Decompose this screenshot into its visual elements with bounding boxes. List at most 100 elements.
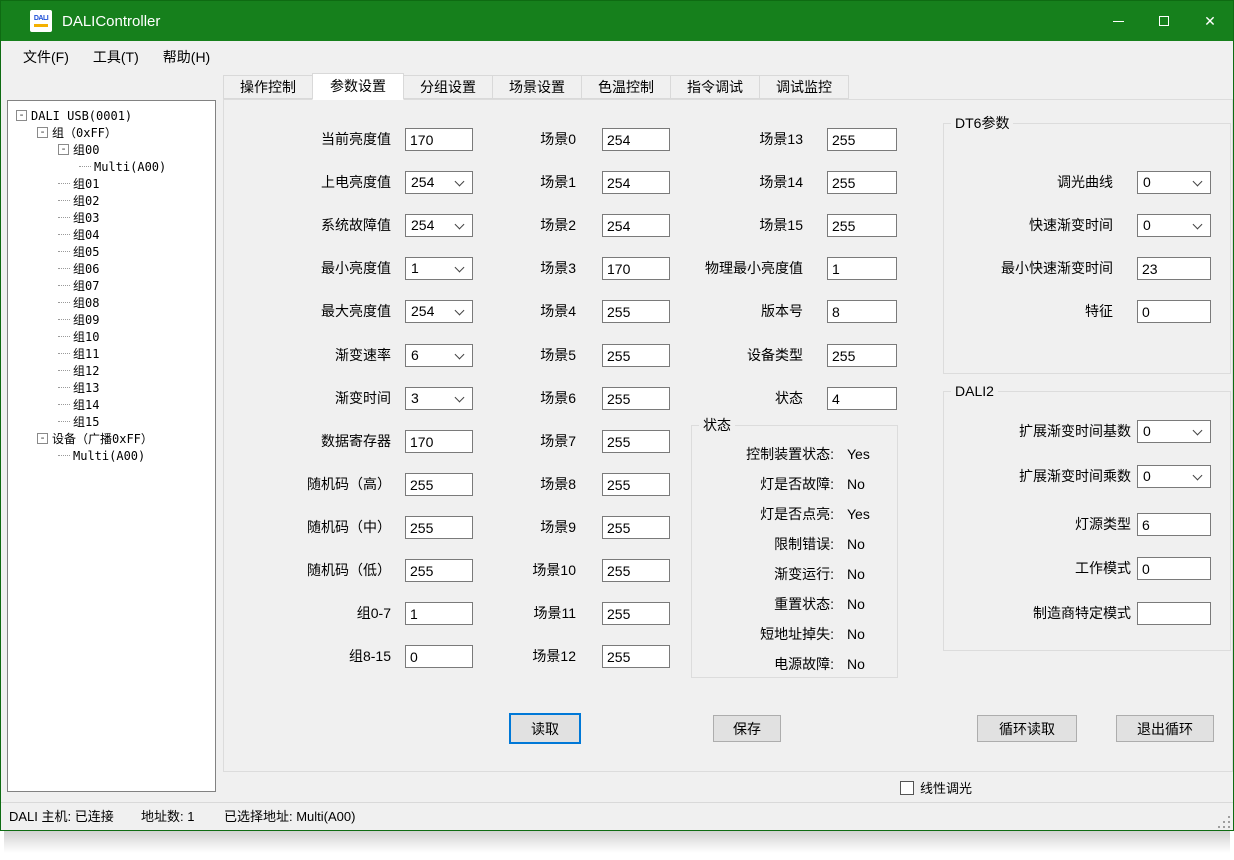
col3-field-0[interactable] [827, 128, 897, 151]
close-button[interactable]: ✕ [1187, 1, 1233, 41]
collapse-icon[interactable]: - [58, 144, 69, 155]
tab-strip: 操作控制参数设置分组设置场景设置色温控制指令调试调试监控 [223, 72, 848, 99]
tab-5[interactable]: 指令调试 [670, 75, 760, 99]
collapse-icon[interactable]: - [37, 127, 48, 138]
tab-6[interactable]: 调试监控 [759, 75, 849, 99]
tab-4[interactable]: 色温控制 [581, 75, 671, 99]
tree-node[interactable]: 组05 [8, 243, 215, 260]
resize-grip-icon[interactable] [1218, 816, 1231, 829]
col2-field-6[interactable] [602, 387, 670, 410]
tab-3[interactable]: 场景设置 [492, 75, 582, 99]
dali2-field-3[interactable] [1137, 557, 1211, 580]
col2-field-11[interactable] [602, 602, 670, 625]
col2-field-12[interactable] [602, 645, 670, 668]
tree-node[interactable]: Multi(A00) [8, 447, 215, 464]
tab-0[interactable]: 操作控制 [223, 75, 313, 99]
col1-label-0: 当前亮度值 [239, 128, 391, 151]
col1-field-1[interactable]: 254 [405, 171, 473, 194]
col2-field-2[interactable] [602, 214, 670, 237]
tree-connector [58, 285, 70, 286]
col2-field-0[interactable] [602, 128, 670, 151]
dali2-field-4[interactable] [1137, 602, 1211, 625]
col3-field-1[interactable] [827, 171, 897, 194]
col2-field-7[interactable] [602, 430, 670, 453]
col2-field-5[interactable] [602, 344, 670, 367]
col3-field-5[interactable] [827, 344, 897, 367]
tree-node[interactable]: Multi(A00) [8, 158, 215, 175]
dali2-field-2[interactable] [1137, 513, 1211, 536]
col1-field-0[interactable] [405, 128, 473, 151]
collapse-icon[interactable]: - [16, 110, 27, 121]
tree-node-label: 组05 [73, 243, 99, 260]
exit-loop-button[interactable]: 退出循环 [1116, 715, 1214, 742]
menu-item-1[interactable]: 工具(T) [81, 43, 151, 71]
tree-node[interactable]: 组12 [8, 362, 215, 379]
col1-field-2[interactable]: 254 [405, 214, 473, 237]
maximize-button[interactable] [1141, 1, 1187, 41]
tree-node[interactable]: 组08 [8, 294, 215, 311]
tree-node[interactable]: 组02 [8, 192, 215, 209]
tree-node[interactable]: 组07 [8, 277, 215, 294]
dt6-groupbox: DT6参数 [943, 123, 1231, 374]
tree-node[interactable]: -组00 [8, 141, 215, 158]
dt6-field-0[interactable]: 0 [1137, 171, 1211, 194]
dt6-field-1[interactable]: 0 [1137, 214, 1211, 237]
checkbox-icon[interactable] [900, 781, 914, 795]
tree-node[interactable]: 组11 [8, 345, 215, 362]
tree-node[interactable]: 组04 [8, 226, 215, 243]
col3-field-4[interactable] [827, 300, 897, 323]
col2-label-11: 场景11 [469, 602, 576, 625]
read-button[interactable]: 读取 [509, 713, 581, 744]
col1-field-6[interactable]: 3 [405, 387, 473, 410]
col1-field-12[interactable] [405, 645, 473, 668]
col2-field-4[interactable] [602, 300, 670, 323]
tree-node[interactable]: 组10 [8, 328, 215, 345]
save-button[interactable]: 保存 [713, 715, 781, 742]
loop-read-button[interactable]: 循环读取 [977, 715, 1077, 742]
dali2-field-1[interactable]: 0 [1137, 465, 1211, 488]
tab-2[interactable]: 分组设置 [403, 75, 493, 99]
tree-node[interactable]: 组03 [8, 209, 215, 226]
tree-node[interactable]: 组09 [8, 311, 215, 328]
tree-node[interactable]: 组01 [8, 175, 215, 192]
col1-field-5[interactable]: 6 [405, 344, 473, 367]
minimize-button[interactable] [1095, 1, 1141, 41]
col1-field-4[interactable]: 254 [405, 300, 473, 323]
tree-node[interactable]: -设备（广播0xFF） [8, 430, 215, 447]
tree-node[interactable]: -DALI USB(0001) [8, 107, 215, 124]
menu-item-2[interactable]: 帮助(H) [151, 43, 222, 71]
col3-field-3[interactable] [827, 257, 897, 280]
dt6-field-2[interactable] [1137, 257, 1211, 280]
col3-label-6: 状态 [677, 387, 803, 410]
menu-item-0[interactable]: 文件(F) [11, 43, 81, 71]
tree-node[interactable]: -组（0xFF） [8, 124, 215, 141]
col1-field-9[interactable] [405, 516, 473, 539]
tree-node[interactable]: 组15 [8, 413, 215, 430]
tree-node[interactable]: 组06 [8, 260, 215, 277]
combo-value: 254 [411, 172, 434, 193]
col1-field-8[interactable] [405, 473, 473, 496]
col1-field-11[interactable] [405, 602, 473, 625]
col1-field-10[interactable] [405, 559, 473, 582]
col1-field-3[interactable]: 1 [405, 257, 473, 280]
tree-node-label: 组01 [73, 175, 99, 192]
linear-dimming-checkbox[interactable]: 线性调光 [900, 778, 972, 797]
tree-node[interactable]: 组14 [8, 396, 215, 413]
col2-field-8[interactable] [602, 473, 670, 496]
dt6-field-3[interactable] [1137, 300, 1211, 323]
col2-field-1[interactable] [602, 171, 670, 194]
tab-1[interactable]: 参数设置 [312, 73, 404, 100]
tree-node[interactable]: 组13 [8, 379, 215, 396]
col3-field-2[interactable] [827, 214, 897, 237]
col3-field-6[interactable] [827, 387, 897, 410]
col2-field-9[interactable] [602, 516, 670, 539]
dali2-label-2: 灯源类型 [941, 513, 1131, 536]
status-groupbox-title: 状态 [699, 417, 735, 434]
collapse-icon[interactable]: - [37, 433, 48, 444]
tree-node-label: 设备（广播0xFF） [52, 430, 153, 447]
col1-field-7[interactable] [405, 430, 473, 453]
col2-field-3[interactable] [602, 257, 670, 280]
tree-connector [58, 370, 70, 371]
col2-field-10[interactable] [602, 559, 670, 582]
dali2-field-0[interactable]: 0 [1137, 420, 1211, 443]
